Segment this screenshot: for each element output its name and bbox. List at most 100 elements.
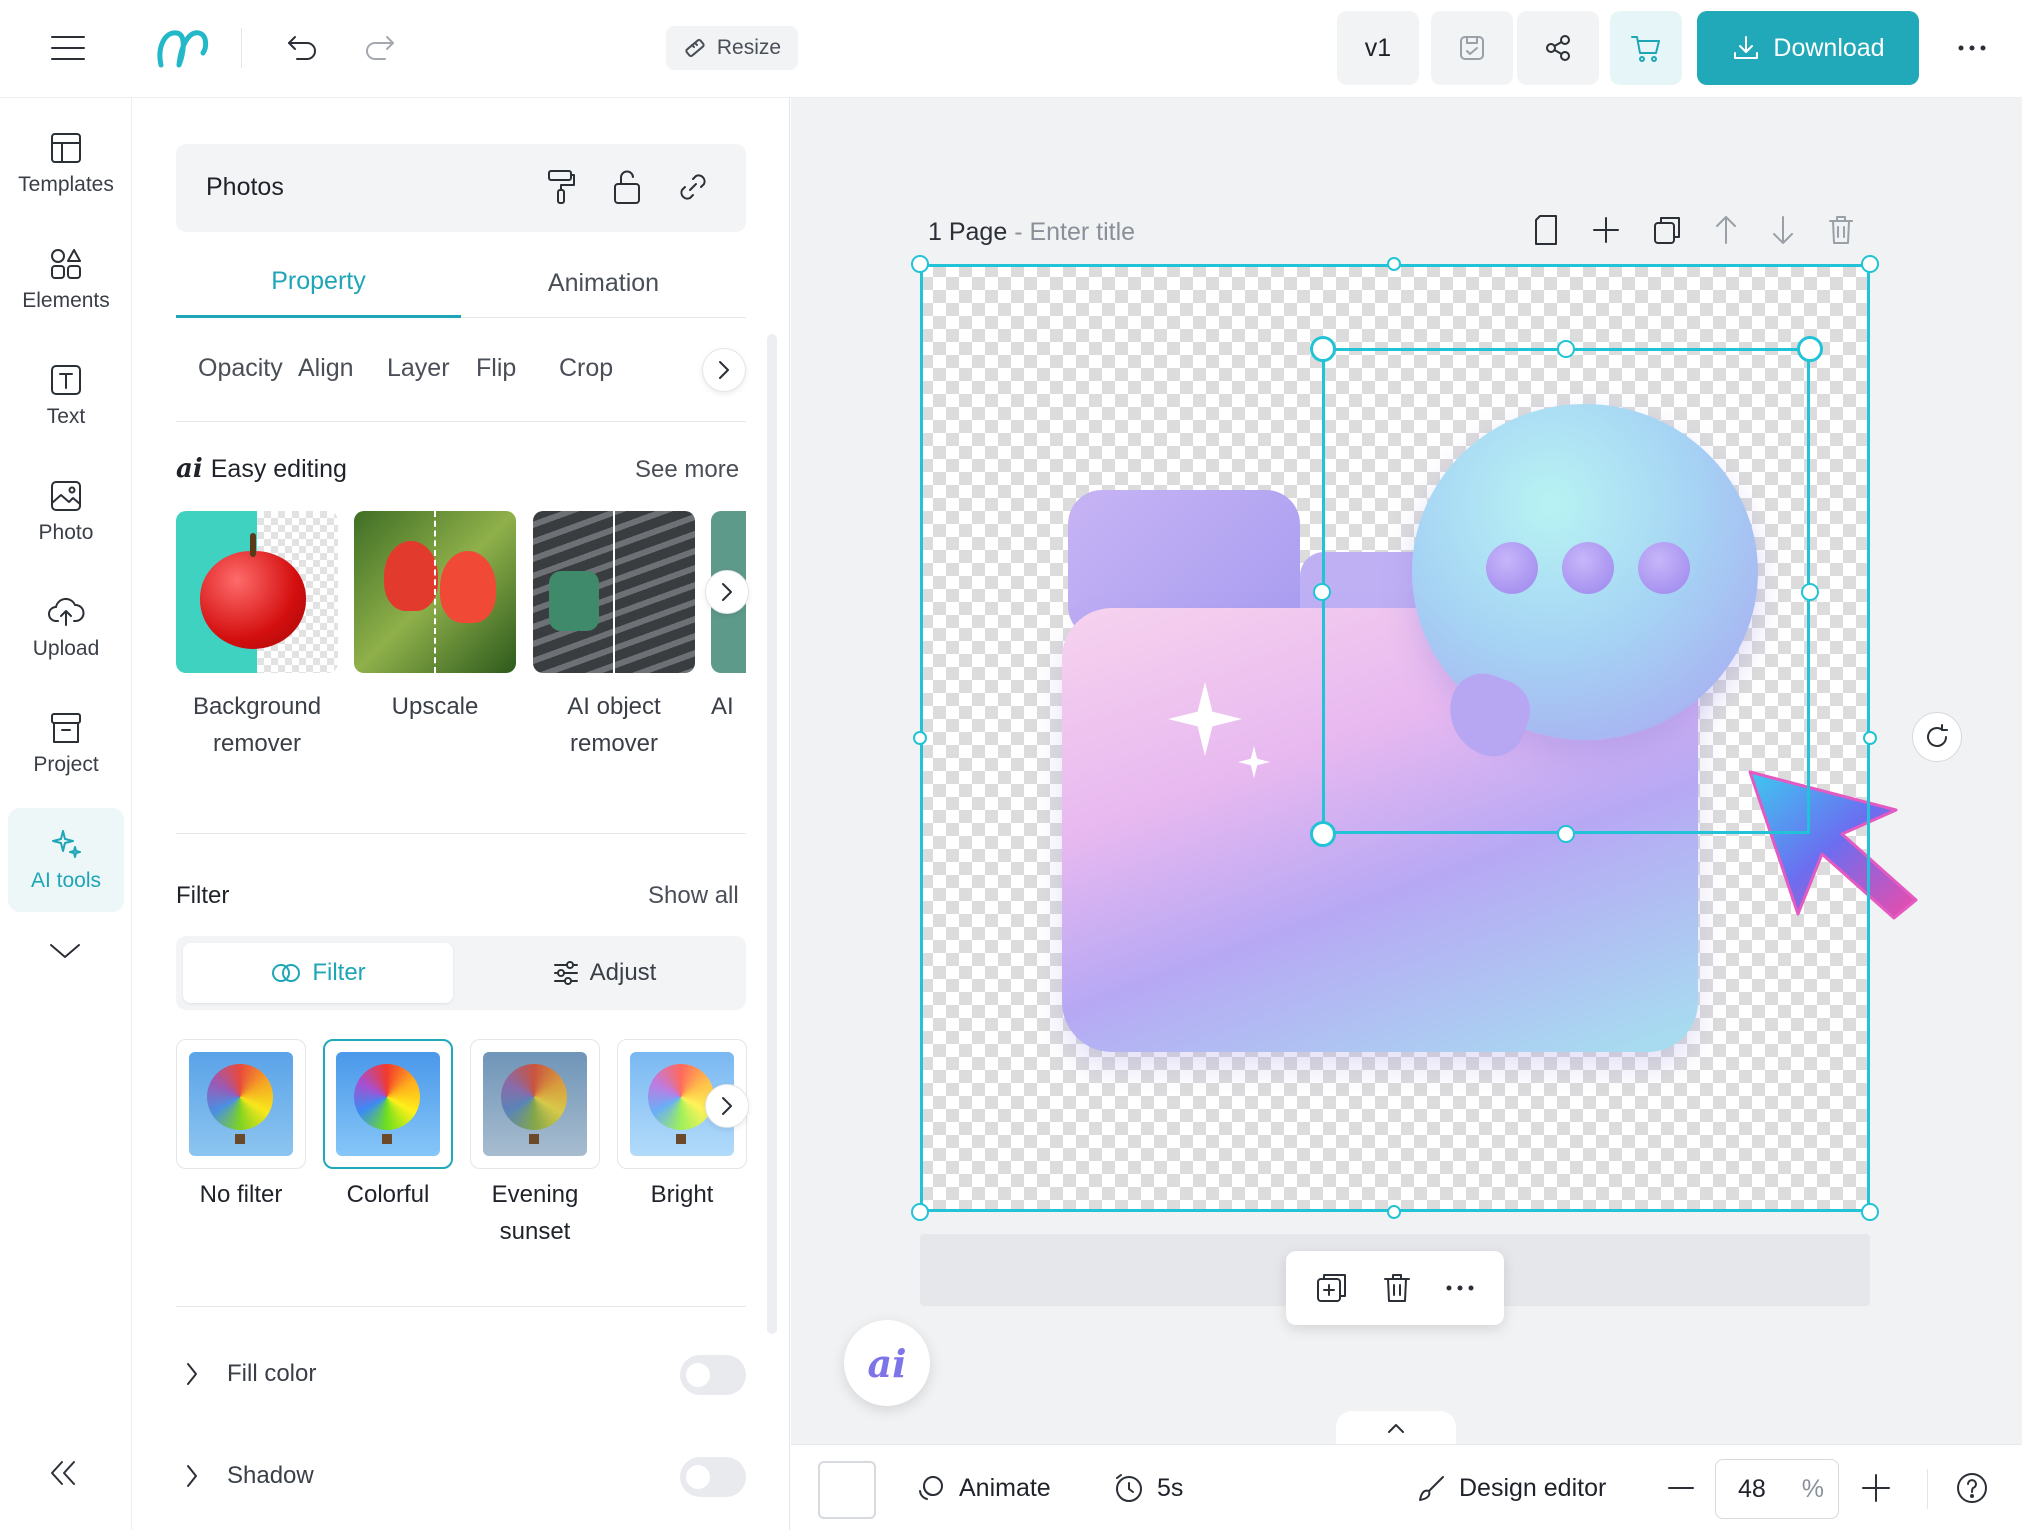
rotate-button[interactable] <box>1912 712 1962 762</box>
help-icon[interactable] <box>1955 1471 1989 1505</box>
chevron-right-icon[interactable] <box>185 1360 199 1388</box>
more-options-icon[interactable] <box>1950 26 1994 70</box>
resize-handle[interactable] <box>1861 255 1879 273</box>
subtab-crop[interactable]: Crop <box>559 354 613 383</box>
resize-handle[interactable] <box>1387 1205 1401 1219</box>
easy-editing-next-button[interactable] <box>705 570 749 614</box>
see-more-link[interactable]: See more <box>635 456 739 484</box>
photo-icon <box>49 479 83 513</box>
filter-preset-colorful[interactable] <box>323 1039 453 1169</box>
download-button[interactable]: Download <box>1697 11 1919 85</box>
subtab-layer[interactable]: Layer <box>387 354 450 383</box>
rail-item-templates[interactable]: Templates <box>8 112 124 216</box>
resize-handle[interactable] <box>1310 336 1336 362</box>
resize-handle[interactable] <box>913 731 927 745</box>
subtab-align[interactable]: Align <box>298 354 354 383</box>
shadow-toggle[interactable] <box>680 1457 746 1497</box>
segment-filter[interactable]: Filter <box>183 943 453 1003</box>
resize-button[interactable]: Resize <box>666 26 798 70</box>
zoom-out-icon[interactable] <box>1667 1475 1695 1501</box>
chevron-right-icon <box>720 1095 734 1117</box>
shadow-label: Shadow <box>227 1462 314 1489</box>
unlock-icon[interactable] <box>612 168 642 206</box>
rail-item-photo[interactable]: Photo <box>8 460 124 564</box>
tab-property[interactable]: Property <box>176 248 461 318</box>
resize-handle[interactable] <box>1801 583 1819 601</box>
expand-pages-tab[interactable] <box>1336 1411 1456 1445</box>
resize-handle[interactable] <box>1557 340 1575 358</box>
background-remover-card[interactable] <box>176 511 338 673</box>
tab-animation[interactable]: Animation <box>461 248 746 318</box>
move-up-icon[interactable] <box>1713 213 1739 247</box>
resize-handle[interactable] <box>1310 821 1336 847</box>
ai-assistant-button[interactable]: ai <box>844 1320 930 1406</box>
ee-card-label: Background remover <box>192 693 322 757</box>
rail-item-ai-tools[interactable]: AI tools <box>8 808 124 912</box>
balloon-thumbnail <box>483 1052 587 1156</box>
rail-item-text[interactable]: Text <box>8 344 124 448</box>
more-options-icon[interactable] <box>1445 1284 1475 1292</box>
rail-item-upload[interactable]: Upload <box>8 576 124 680</box>
resize-handle[interactable] <box>1797 336 1823 362</box>
collapse-panel-icon[interactable] <box>46 1458 80 1488</box>
subtabs-next-button[interactable] <box>702 348 746 392</box>
resize-icon <box>683 36 707 60</box>
resize-handle[interactable] <box>1863 731 1877 745</box>
chevron-right-icon[interactable] <box>185 1462 199 1490</box>
page-icon[interactable] <box>1532 213 1560 247</box>
resize-handle[interactable] <box>1387 257 1401 271</box>
duplicate-icon[interactable] <box>1315 1271 1349 1305</box>
fill-color-toggle[interactable] <box>680 1355 746 1395</box>
show-all-link[interactable]: Show all <box>648 882 739 910</box>
zoom-in-icon[interactable] <box>1861 1473 1891 1503</box>
redo-icon[interactable] <box>358 26 402 70</box>
share-button[interactable] <box>1517 11 1599 85</box>
filter-preset-label: Bright <box>650 1181 714 1208</box>
design-editor-button[interactable]: Design editor <box>1417 1445 1606 1530</box>
filter-preset-evening-sunset[interactable] <box>470 1039 600 1169</box>
rail-item-elements[interactable]: Elements <box>8 228 124 332</box>
ai-object-remover-card[interactable] <box>533 511 695 673</box>
save-button[interactable] <box>1431 11 1513 85</box>
resize-label: Resize <box>716 36 782 59</box>
cart-button[interactable] <box>1610 11 1682 85</box>
duplicate-page-icon[interactable] <box>1652 213 1682 247</box>
panel-scrollbar[interactable] <box>767 334 777 1334</box>
background-color-swatch[interactable] <box>818 1461 876 1519</box>
undo-icon[interactable] <box>280 26 324 70</box>
version-button[interactable]: v1 <box>1337 11 1419 85</box>
subtab-flip[interactable]: Flip <box>476 354 516 383</box>
menu-icon[interactable] <box>44 28 92 68</box>
resize-handle[interactable] <box>1557 825 1575 843</box>
chevron-down-icon[interactable] <box>46 940 84 962</box>
filter-preset-label: Colorful <box>346 1181 430 1208</box>
divider <box>241 28 242 68</box>
subtab-opacity[interactable]: Opacity <box>198 354 283 383</box>
trash-icon[interactable] <box>1382 1271 1412 1305</box>
filter-preset-label: No filter <box>199 1181 283 1208</box>
zoom-value: 48 <box>1738 1474 1766 1503</box>
resize-handle[interactable] <box>1313 583 1331 601</box>
animate-button[interactable]: Animate <box>915 1445 1051 1530</box>
resize-handle[interactable] <box>911 255 929 273</box>
add-page-icon[interactable] <box>1591 213 1621 247</box>
filters-next-button[interactable] <box>705 1084 749 1128</box>
resize-handle[interactable] <box>911 1203 929 1221</box>
upscale-card[interactable] <box>354 511 516 673</box>
link-icon[interactable] <box>676 168 710 206</box>
move-down-icon[interactable] <box>1770 213 1796 247</box>
page-title-input[interactable]: Enter title <box>1029 218 1135 246</box>
app-logo[interactable] <box>150 22 214 74</box>
paint-roller-icon[interactable] <box>544 168 578 206</box>
segment-adjust[interactable]: Adjust <box>469 943 739 1003</box>
rail-label: Elements <box>22 289 110 312</box>
timer-icon <box>1113 1472 1145 1504</box>
resize-handle[interactable] <box>1861 1203 1879 1221</box>
duration-button[interactable]: 5s <box>1113 1445 1183 1530</box>
ai-sparkle-icon <box>49 827 83 861</box>
zoom-input[interactable]: 48 % <box>1715 1459 1839 1519</box>
selection-frame-element[interactable] <box>1322 348 1810 834</box>
rail-item-project[interactable]: Project <box>8 692 124 796</box>
filter-preset-no-filter[interactable] <box>176 1039 306 1169</box>
delete-page-icon[interactable] <box>1827 213 1855 247</box>
